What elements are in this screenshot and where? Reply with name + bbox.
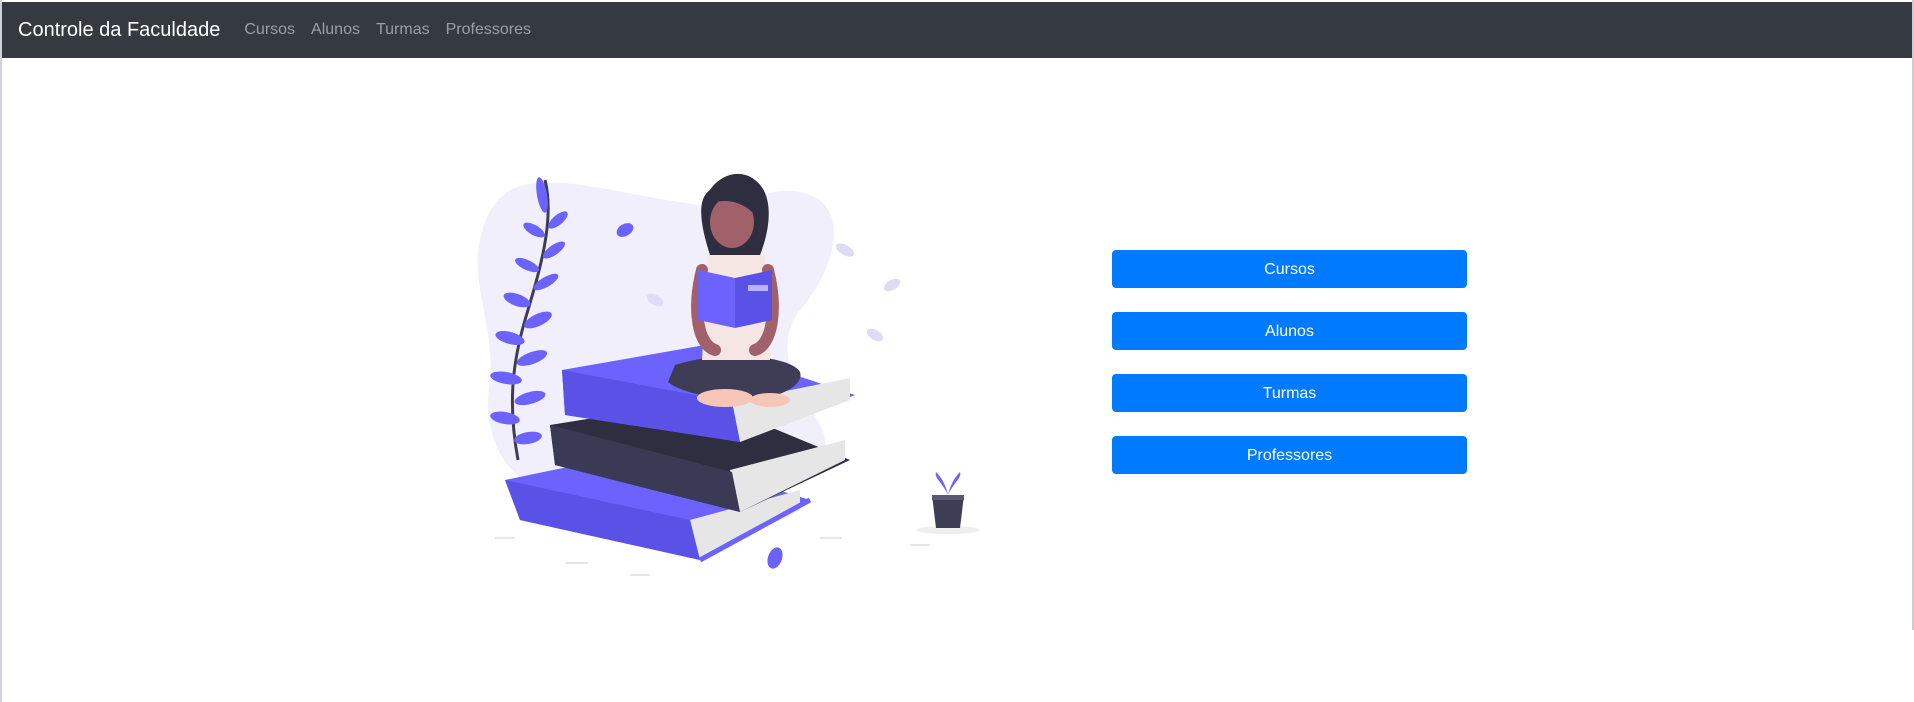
plant-pot-icon (916, 472, 980, 534)
top-navbar: Controle da Faculdade Cursos Alunos Turm… (2, 2, 1912, 58)
nav-link-cursos[interactable]: Cursos (244, 21, 295, 39)
nav-link-professores[interactable]: Professores (446, 21, 531, 39)
professores-button[interactable]: Professores (1112, 436, 1467, 474)
nav-link-alunos[interactable]: Alunos (311, 21, 360, 39)
nav-link-turmas[interactable]: Turmas (376, 21, 430, 39)
reading-illustration (470, 160, 1000, 580)
woman-reading-on-books-illustration (477, 173, 980, 576)
window-left-edge (0, 0, 2, 702)
alunos-button[interactable]: Alunos (1112, 312, 1467, 350)
turmas-button[interactable]: Turmas (1112, 374, 1467, 412)
cursos-button[interactable]: Cursos (1112, 250, 1467, 288)
brand-link[interactable]: Controle da Faculdade (18, 19, 220, 42)
action-buttons: Cursos Alunos Turmas Professores (1112, 250, 1467, 498)
